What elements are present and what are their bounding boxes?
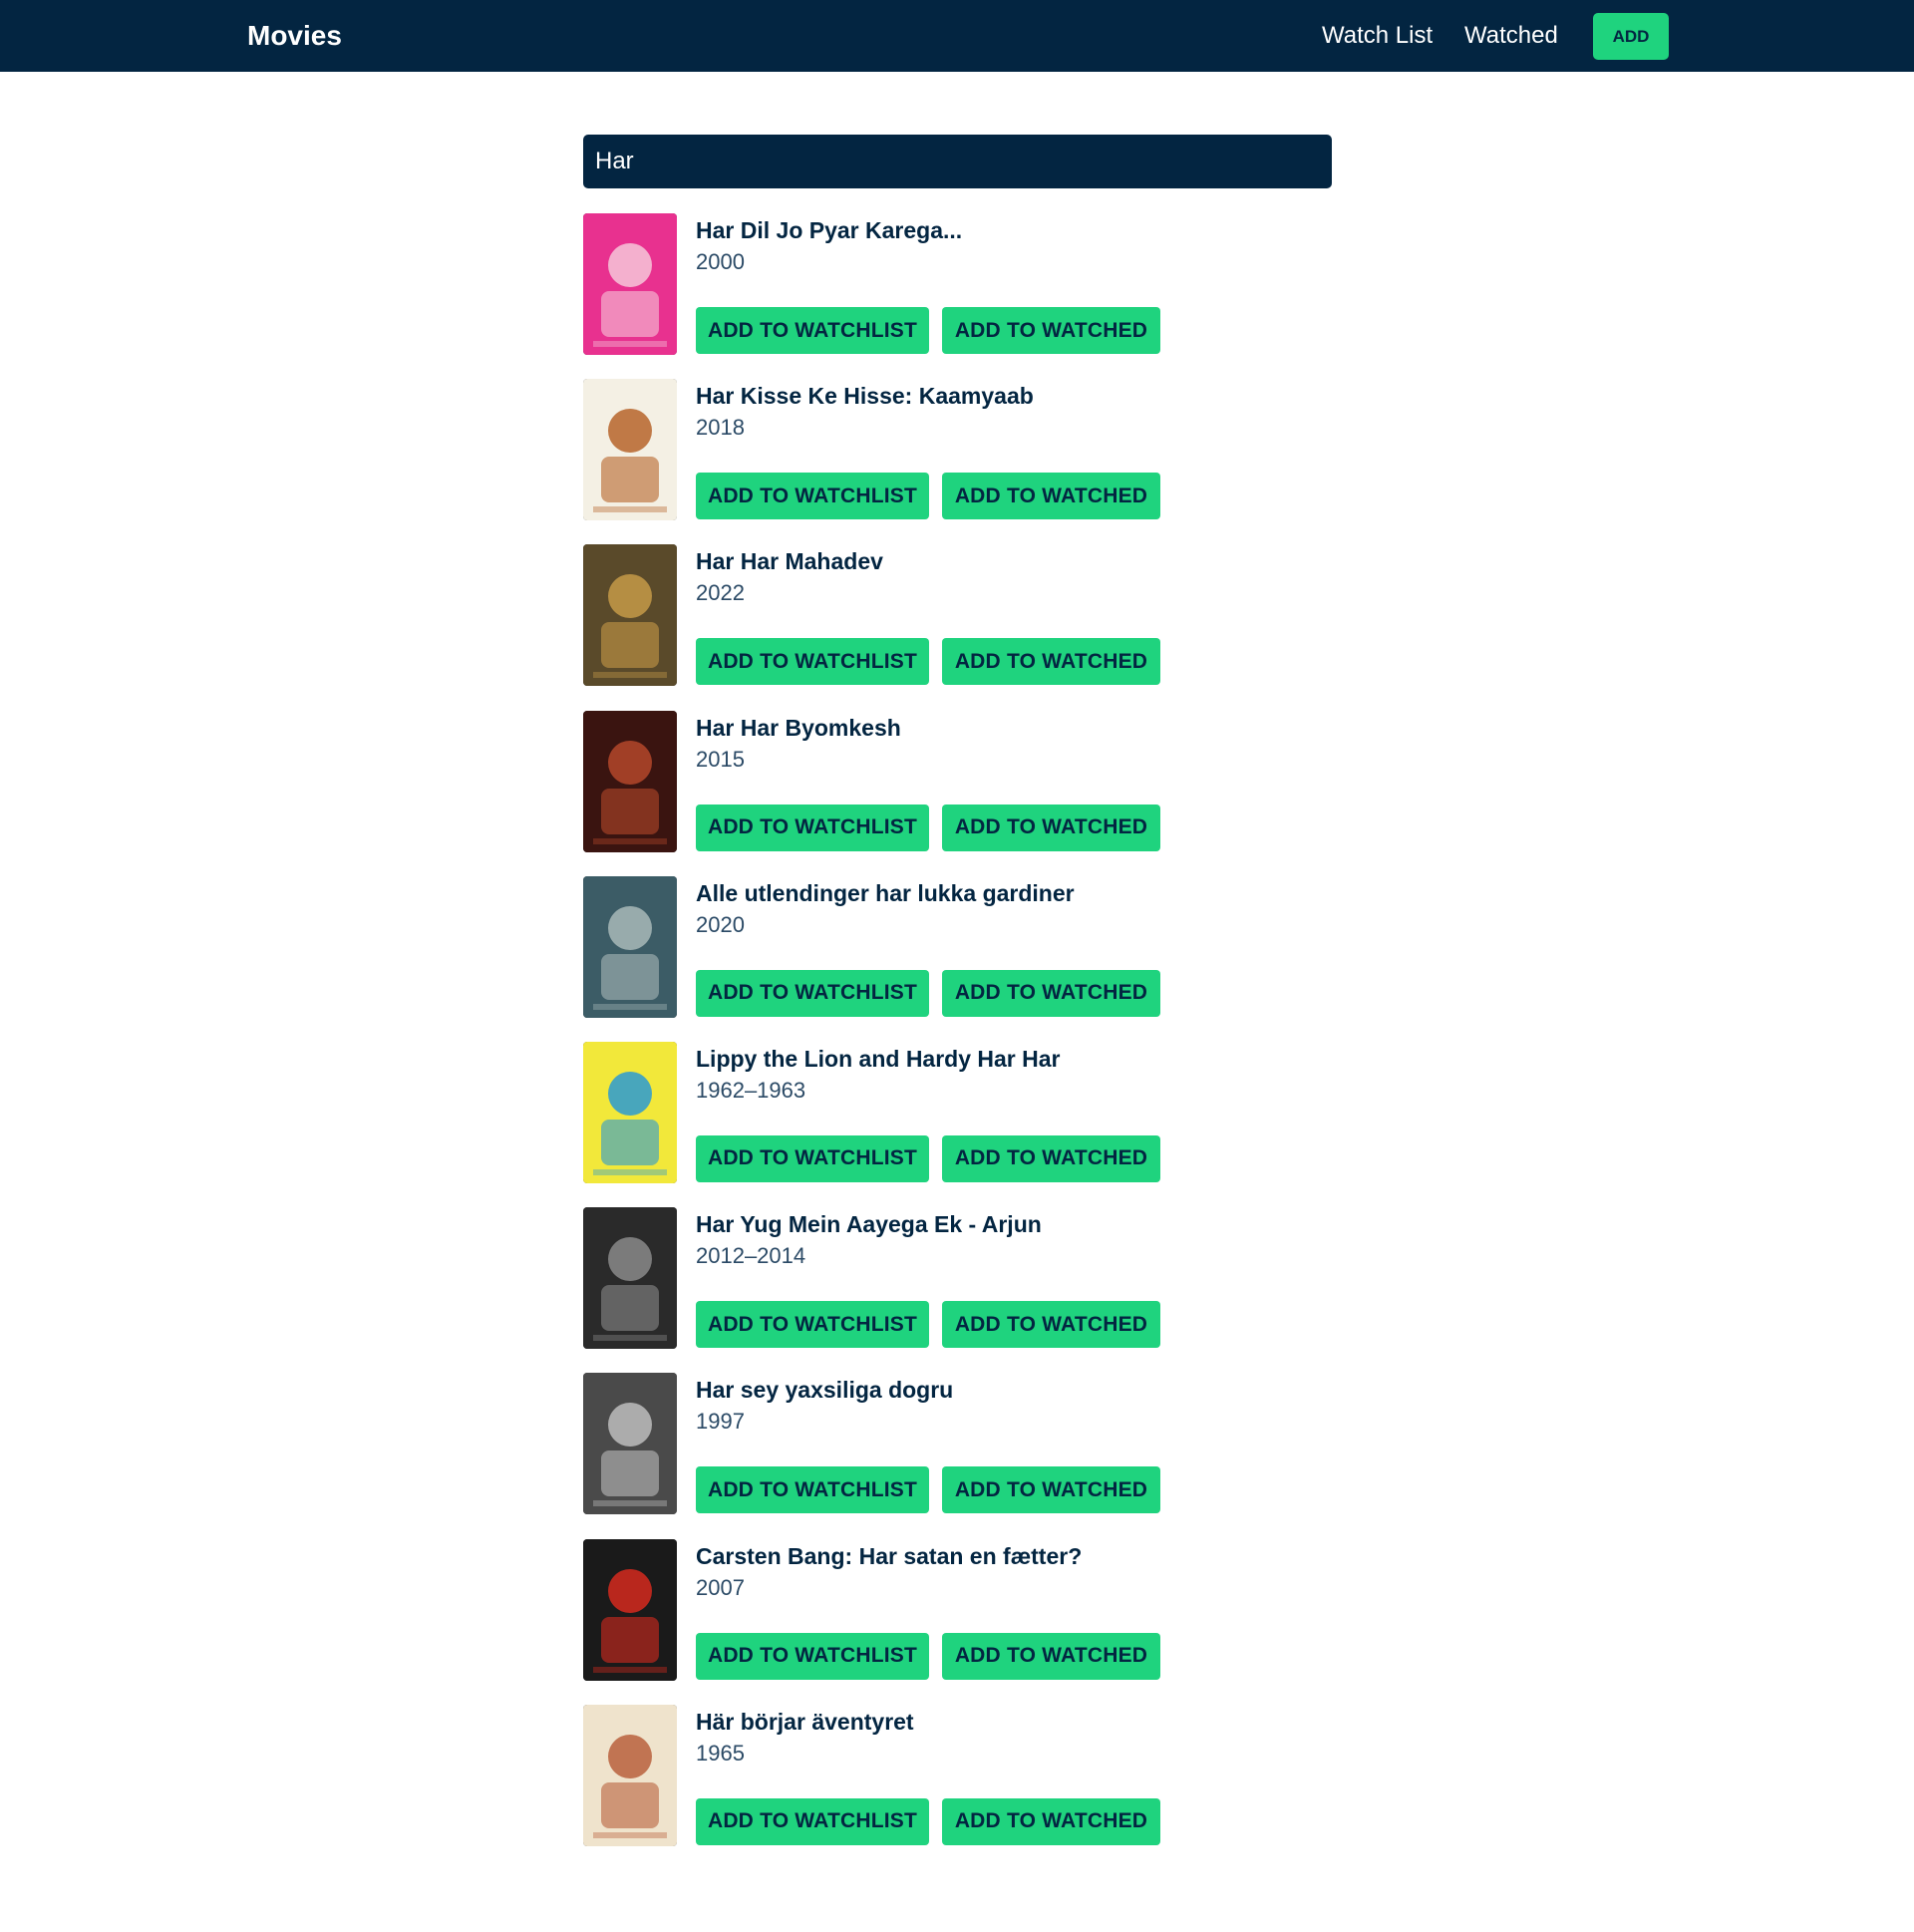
movie-year: 2012–2014	[696, 1243, 806, 1269]
add-to-watched-button[interactable]: ADD TO WATCHED	[942, 638, 1160, 686]
movie-title: Alle utlendinger har lukka gardiner	[696, 879, 1075, 906]
add-to-watched-button[interactable]: ADD TO WATCHED	[942, 1134, 1160, 1182]
movie-title: Har Dil Jo Pyar Karega...	[696, 217, 963, 243]
poster-image-icon	[583, 213, 677, 355]
movie-year: 2022	[696, 580, 745, 606]
movie-title: Har Yug Mein Aayega Ek - Arjun	[696, 1211, 1042, 1238]
add-to-watched-button[interactable]: ADD TO WATCHED	[942, 1632, 1160, 1680]
movie-year: 2000	[696, 249, 745, 274]
result-item: Har Yug Mein Aayega Ek - Arjun 2012–2014…	[583, 1207, 1332, 1350]
movie-title: Lippy the Lion and Hardy Har Har	[696, 1045, 1061, 1072]
add-to-watchlist-button[interactable]: ADD TO WATCHLIST	[696, 1797, 929, 1845]
poster-image-icon	[583, 1041, 677, 1183]
poster-image-icon	[583, 544, 677, 687]
search-input[interactable]	[583, 135, 1332, 188]
add-to-watchlist-button[interactable]: ADD TO WATCHLIST	[696, 1301, 929, 1349]
result-item: Har sey yaxsiliga dogru 1997 ADD TO WATC…	[583, 1373, 1332, 1515]
movie-year: 1965	[696, 1740, 745, 1766]
poster-image-icon	[583, 1373, 677, 1515]
top-navbar: Movies Watch List Watched ADD	[0, 0, 1914, 72]
poster-image-icon	[583, 1538, 677, 1681]
result-item: Har Har Mahadev 2022 ADD TO WATCHLIST AD…	[583, 544, 1332, 687]
add-to-watchlist-button[interactable]: ADD TO WATCHLIST	[696, 473, 929, 520]
brand-logo[interactable]: Movies	[247, 19, 342, 53]
result-item: Carsten Bang: Har satan en fætter? 2007 …	[583, 1538, 1332, 1681]
movie-title: Har Har Byomkesh	[696, 714, 901, 741]
add-to-watched-button[interactable]: ADD TO WATCHED	[942, 1301, 1160, 1349]
add-to-watched-button[interactable]: ADD TO WATCHED	[942, 1466, 1160, 1514]
movie-year: 2007	[696, 1574, 745, 1600]
movie-title: Har Har Mahadev	[696, 548, 883, 575]
poster-image-icon	[583, 710, 677, 852]
result-item: Alle utlendinger har lukka gardiner 2020…	[583, 875, 1332, 1018]
result-item: Har Dil Jo Pyar Karega... 2000 ADD TO WA…	[583, 213, 1332, 355]
poster-image-icon	[583, 1207, 677, 1350]
add-to-watched-button[interactable]: ADD TO WATCHED	[942, 804, 1160, 851]
result-item: Har Kisse Ke Hisse: Kaamyaab 2018 ADD TO…	[583, 379, 1332, 521]
add-to-watched-button[interactable]: ADD TO WATCHED	[942, 473, 1160, 520]
nav-add-button[interactable]: ADD	[1593, 13, 1669, 60]
results-list: Har Dil Jo Pyar Karega... 2000 ADD TO WA…	[583, 213, 1332, 1870]
movie-year: 1962–1963	[696, 1077, 806, 1103]
poster-image-icon	[583, 379, 677, 521]
result-item: Här börjar äventyret 1965 ADD TO WATCHLI…	[583, 1704, 1332, 1846]
add-to-watched-button[interactable]: ADD TO WATCHED	[942, 969, 1160, 1017]
movie-title: Har Kisse Ke Hisse: Kaamyaab	[696, 383, 1034, 410]
result-item: Har Har Byomkesh 2015 ADD TO WATCHLIST A…	[583, 710, 1332, 852]
add-to-watchlist-button[interactable]: ADD TO WATCHLIST	[696, 1466, 929, 1514]
movie-year: 1997	[696, 1409, 745, 1435]
add-to-watchlist-button[interactable]: ADD TO WATCHLIST	[696, 969, 929, 1017]
add-to-watchlist-button[interactable]: ADD TO WATCHLIST	[696, 307, 929, 354]
poster-image-icon	[583, 875, 677, 1018]
add-to-watchlist-button[interactable]: ADD TO WATCHLIST	[696, 1632, 929, 1680]
movie-year: 2018	[696, 415, 745, 441]
add-to-watchlist-button[interactable]: ADD TO WATCHLIST	[696, 1134, 929, 1182]
movie-title: Här börjar äventyret	[696, 1708, 914, 1735]
poster-image-icon	[583, 1704, 677, 1846]
nav-link-watched[interactable]: Watched	[1464, 21, 1558, 51]
movie-year: 2015	[696, 746, 745, 772]
movie-year: 2020	[696, 911, 745, 937]
add-to-watched-button[interactable]: ADD TO WATCHED	[942, 1797, 1160, 1845]
movie-title: Carsten Bang: Har satan en fætter?	[696, 1542, 1083, 1569]
add-to-watchlist-button[interactable]: ADD TO WATCHLIST	[696, 638, 929, 686]
add-to-watchlist-button[interactable]: ADD TO WATCHLIST	[696, 804, 929, 851]
result-item: Lippy the Lion and Hardy Har Har 1962–19…	[583, 1041, 1332, 1183]
add-to-watched-button[interactable]: ADD TO WATCHED	[942, 307, 1160, 354]
movie-title: Har sey yaxsiliga dogru	[696, 1377, 954, 1404]
nav-link-watch-list[interactable]: Watch List	[1322, 21, 1433, 51]
